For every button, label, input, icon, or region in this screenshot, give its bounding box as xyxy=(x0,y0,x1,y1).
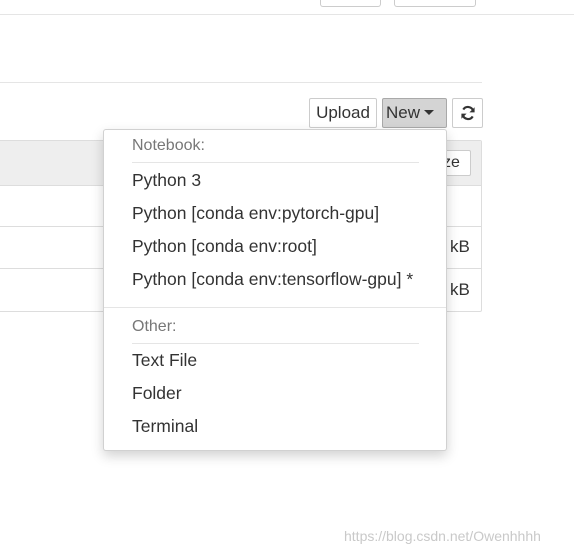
notebook-header: Notebook: xyxy=(132,137,205,154)
new-dropdown-menu: Notebook: Python 3 Python [conda env:pyt… xyxy=(103,129,447,451)
tab-divider xyxy=(0,82,482,83)
file-size: kB xyxy=(450,237,470,256)
menu-item-folder[interactable]: Folder xyxy=(104,378,446,408)
menu-separator xyxy=(104,307,446,308)
menu-item-root[interactable]: Python [conda env:root] xyxy=(104,231,446,261)
file-size: kB xyxy=(450,280,470,299)
menu-divider xyxy=(132,343,419,344)
menu-item-text-file[interactable]: Text File xyxy=(104,345,446,375)
menu-item-pytorch-gpu[interactable]: Python [conda env:pytorch-gpu] xyxy=(104,198,446,228)
upload-button[interactable]: Upload xyxy=(309,98,377,128)
menu-divider xyxy=(132,162,419,163)
new-button-label: New xyxy=(386,103,421,122)
top-toolbar-button-2[interactable] xyxy=(394,0,476,7)
refresh-icon xyxy=(461,105,475,121)
refresh-button[interactable] xyxy=(452,98,483,128)
menu-item-python3[interactable]: Python 3 xyxy=(104,165,446,195)
jupyter-file-browser: Upload New ze kB kB Notebook: Python 3 P… xyxy=(0,0,574,555)
header-divider xyxy=(0,14,574,15)
caret-down-icon xyxy=(424,110,435,116)
watermark: https://blog.csdn.net/Owenhhhh xyxy=(344,528,541,544)
other-header: Other: xyxy=(132,318,177,335)
top-toolbar-button-1[interactable] xyxy=(320,0,381,7)
menu-item-terminal[interactable]: Terminal xyxy=(104,411,446,441)
menu-item-tensorflow-gpu[interactable]: Python [conda env:tensorflow-gpu] * xyxy=(104,264,446,294)
new-button[interactable]: New xyxy=(382,98,447,128)
